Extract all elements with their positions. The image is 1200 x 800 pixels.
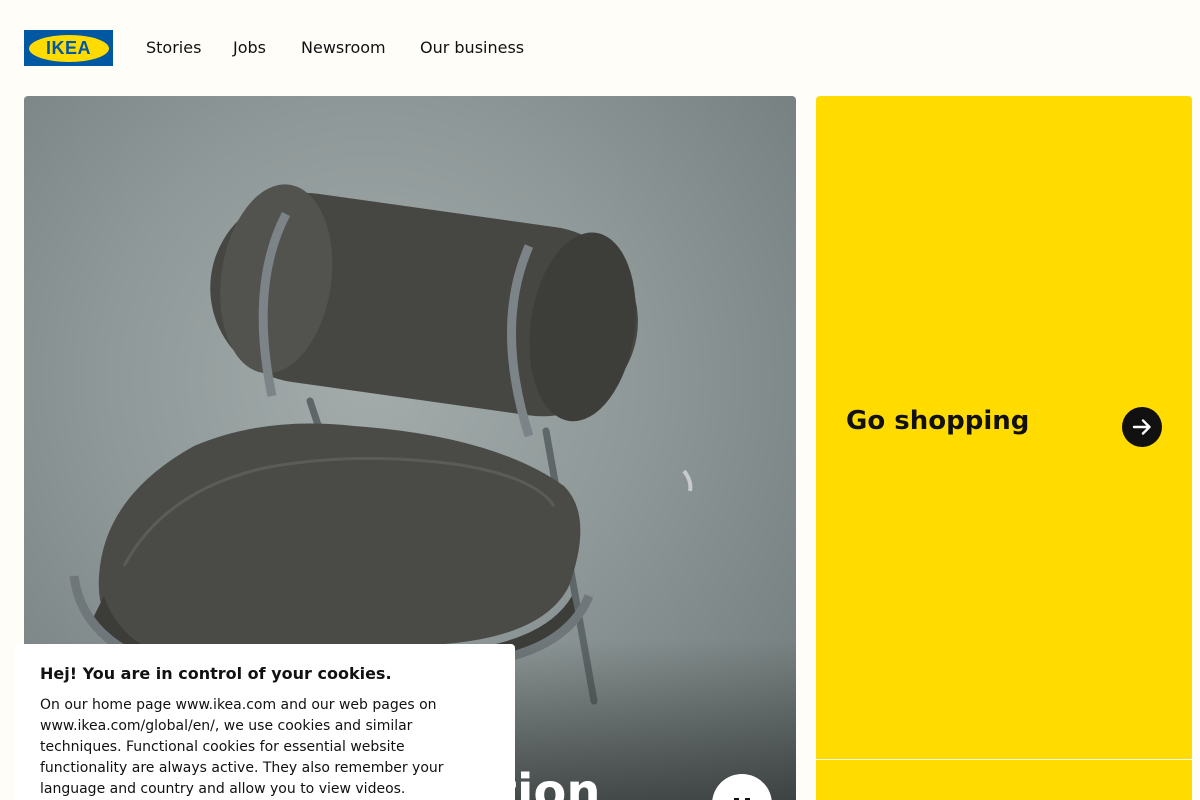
go-shopping-title: Go shopping xyxy=(846,406,1030,436)
nav-item-stories[interactable]: Stories xyxy=(146,38,201,57)
cookie-banner: Hej! You are in control of your cookies.… xyxy=(15,644,515,800)
cookie-body: On our home page www.ikea.com and our we… xyxy=(40,697,444,797)
cookie-heading: Hej! You are in control of your cookies. xyxy=(40,664,392,683)
go-shopping-card[interactable]: Go shopping xyxy=(816,96,1192,759)
nav-item-newsroom[interactable]: Newsroom xyxy=(301,38,386,57)
ikea-logo[interactable]: IKEA xyxy=(24,30,113,66)
secondary-card[interactable] xyxy=(816,760,1192,800)
nav-item-jobs[interactable]: Jobs xyxy=(233,38,266,57)
logo-text: IKEA xyxy=(28,34,109,62)
nav-item-our-business[interactable]: Our business xyxy=(420,38,524,57)
site-header: IKEA Stories Jobs Newsroom Our business xyxy=(0,0,1200,96)
arrow-right-icon[interactable] xyxy=(1122,407,1162,447)
